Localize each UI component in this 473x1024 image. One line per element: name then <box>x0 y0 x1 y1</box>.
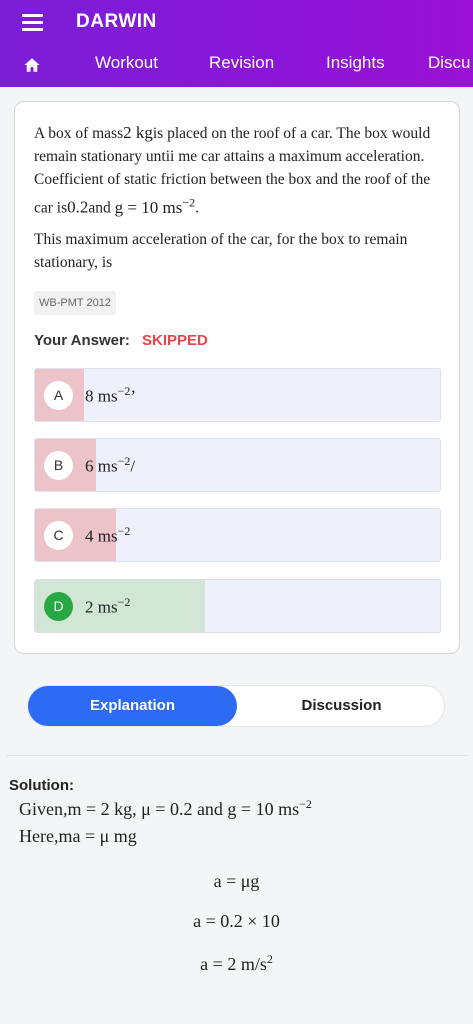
mu-value: 0.2 <box>67 197 89 217</box>
option-a[interactable]: A 8 ms−2’ <box>34 368 441 422</box>
mass-value: 2 kg <box>123 123 153 142</box>
solution-eq-1: a = μg <box>213 871 260 891</box>
top-nav: Workout Revision Insights Discu <box>0 48 473 84</box>
option-a-letter: A <box>44 381 73 410</box>
option-d-text: 2 ms−2 <box>85 595 131 617</box>
nav-discussion[interactable]: Discu <box>428 53 471 73</box>
nav-workout[interactable]: Workout <box>95 53 158 73</box>
nav-insights[interactable]: Insights <box>326 53 385 73</box>
solution-eq-2: a = 0.2 × 10 <box>193 911 280 931</box>
home-icon[interactable] <box>23 56 41 74</box>
tab-discussion[interactable]: Discussion <box>237 686 446 726</box>
nav-revision[interactable]: Revision <box>209 53 274 73</box>
question-text: A box of mass2 kgis placed on the roof o… <box>34 121 444 282</box>
option-b-text: 6 ms−2/ <box>85 454 136 476</box>
option-a-text: 8 ms−2’ <box>85 384 137 406</box>
explanation-tabs: Explanation Discussion <box>27 685 445 727</box>
question-prompt: This maximum acceleration of the car, fo… <box>34 230 408 271</box>
option-b-letter: B <box>44 451 73 480</box>
option-c-letter: C <box>44 521 73 550</box>
solution-eq-3: a = 2 m/s2 <box>200 952 273 974</box>
divider <box>6 755 467 756</box>
hamburger-icon[interactable] <box>22 14 43 31</box>
option-c[interactable]: C 4 ms−2 <box>34 508 441 562</box>
option-d-letter: D <box>44 592 73 621</box>
exam-tag: WB-PMT 2012 <box>34 291 116 315</box>
option-d[interactable]: D 2 ms−2 <box>34 579 441 633</box>
question-card: A box of mass2 kgis placed on the roof o… <box>14 101 460 654</box>
answer-status: SKIPPED <box>142 332 208 349</box>
app-title: DARWIN <box>76 11 157 32</box>
tab-explanation[interactable]: Explanation <box>28 686 237 726</box>
solution-title: Solution: <box>9 777 74 794</box>
option-b[interactable]: B 6 ms−2/ <box>34 438 441 492</box>
your-answer-label: Your Answer: <box>34 332 130 349</box>
g-value: g = 10 ms−2 <box>114 195 196 217</box>
app-header: DARWIN Workout Revision Insights Discu <box>0 0 473 87</box>
option-c-text: 4 ms−2 <box>85 524 131 546</box>
solution-here: Here,ma = μ mg <box>19 826 137 846</box>
solution-given: Given,m = 2 kg, μ = 0.2 and g = 10 ms−2 <box>19 797 312 819</box>
